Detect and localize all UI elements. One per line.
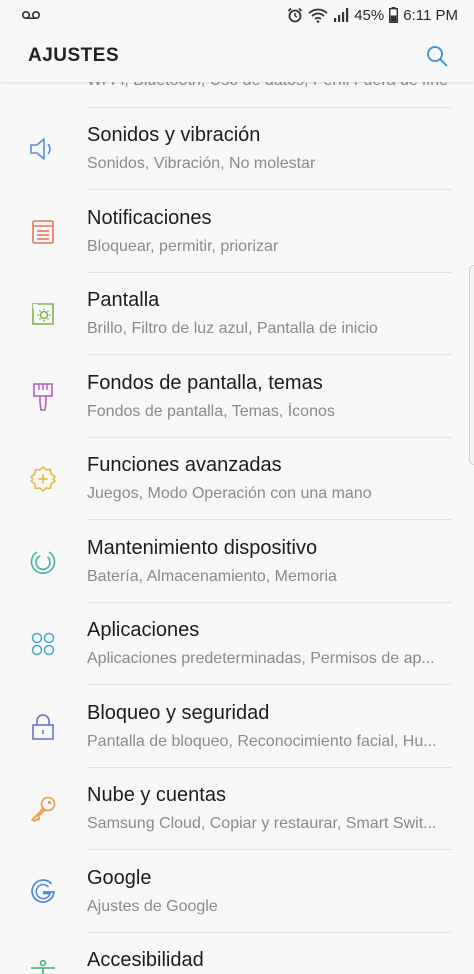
settings-item-subtitle: Brillo, Filtro de luz azul, Pantalla de … [87, 320, 378, 337]
device-care-icon [28, 521, 58, 603]
settings-item-subtitle: Juegos, Modo Operación con una mano [87, 485, 372, 502]
settings-item-advanced-features[interactable]: Funciones avanzadas Juegos, Modo Operaci… [0, 438, 474, 520]
settings-item-cloud-accounts[interactable]: Nube y cuentas Samsung Cloud, Copiar y r… [0, 768, 474, 850]
lock-icon [28, 686, 58, 768]
settings-item-subtitle: Fondos de pantalla, Temas, Íconos [87, 403, 335, 420]
settings-item-subtitle: Bloquear, permitir, priorizar [87, 238, 279, 255]
settings-item-subtitle: Sonidos, Vibración, No molestar [87, 155, 316, 172]
settings-item-applications[interactable]: Aplicaciones Aplicaciones predeterminada… [0, 603, 474, 685]
notification-list-icon [28, 191, 58, 273]
battery-percent: 45% [354, 6, 385, 24]
settings-item-sounds[interactable]: Sonidos y vibración Sonidos, Vibración, … [0, 108, 474, 190]
settings-item-subtitle: Aplicaciones predeterminadas, Permisos d… [87, 650, 435, 667]
scrollbar-handle[interactable] [469, 265, 474, 465]
search-button[interactable] [424, 43, 450, 69]
settings-item-title: Nube y cuentas [87, 784, 226, 806]
status-bar: 45% 6:11 PM [0, 0, 474, 30]
battery-icon [389, 7, 399, 23]
settings-item-title: Google [87, 867, 152, 889]
settings-item-title: Notificaciones [87, 207, 212, 229]
settings-item-title: Bloqueo y seguridad [87, 702, 270, 724]
settings-item-wallpapers-themes[interactable]: Fondos de pantalla, temas Fondos de pant… [0, 356, 474, 438]
settings-item-lock-security[interactable]: Bloqueo y seguridad Pantalla de bloqueo,… [0, 686, 474, 768]
settings-item-title: Sonidos y vibración [87, 124, 261, 146]
accessibility-icon [28, 933, 58, 974]
settings-item-google[interactable]: Google Ajustes de Google [0, 851, 474, 933]
search-icon [427, 46, 448, 67]
settings-item-title: Fondos de pantalla, temas [87, 372, 323, 394]
settings-item-title: Mantenimiento dispositivo [87, 537, 318, 559]
paintbrush-icon [28, 356, 58, 438]
settings-item-display[interactable]: Pantalla Brillo, Filtro de luz azul, Pan… [0, 273, 474, 355]
settings-item-title: Aplicaciones [87, 619, 200, 641]
divider [87, 684, 452, 685]
settings-item-subtitle: Ajustes de Google [87, 898, 218, 915]
clock-time: 6:11 PM [403, 6, 458, 24]
settings-item-subtitle: Pantalla de bloqueo, Reconocimiento faci… [87, 733, 437, 750]
wifi-icon [308, 8, 328, 23]
settings-item-subtitle: Samsung Cloud, Copiar y restaurar, Smart… [87, 815, 437, 832]
divider [87, 849, 452, 850]
settings-list[interactable]: Wi-Fi, Bluetooth, Uso de datos, Perfil F… [0, 82, 474, 974]
settings-item-notifications[interactable]: Notificaciones Bloquear, permitir, prior… [0, 191, 474, 273]
voicemail-icon [21, 7, 41, 24]
settings-item-accessibility[interactable]: Accesibilidad [0, 933, 474, 974]
google-icon [28, 851, 58, 933]
page-title: AJUSTES [28, 45, 120, 66]
speaker-icon [28, 108, 58, 190]
alarm-icon [287, 7, 303, 23]
divider [87, 189, 452, 190]
app-bar: AJUSTES [0, 30, 474, 82]
gear-plus-icon [28, 438, 58, 520]
settings-item-title: Funciones avanzadas [87, 454, 282, 476]
settings-item-title: Accesibilidad [87, 949, 204, 971]
display-brightness-icon [28, 273, 58, 355]
settings-item-title: Pantalla [87, 289, 160, 311]
settings-item-device-maintenance[interactable]: Mantenimiento dispositivo Batería, Almac… [0, 521, 474, 603]
divider [87, 519, 452, 520]
settings-item-subtitle: Batería, Almacenamiento, Memoria [87, 568, 337, 585]
apps-grid-icon [28, 603, 58, 685]
signal-icon [333, 8, 349, 22]
divider [87, 354, 452, 355]
clipped-item-subtitle: Wi-Fi, Bluetooth, Uso de datos, Perfil F… [87, 82, 447, 90]
key-icon [28, 768, 58, 850]
